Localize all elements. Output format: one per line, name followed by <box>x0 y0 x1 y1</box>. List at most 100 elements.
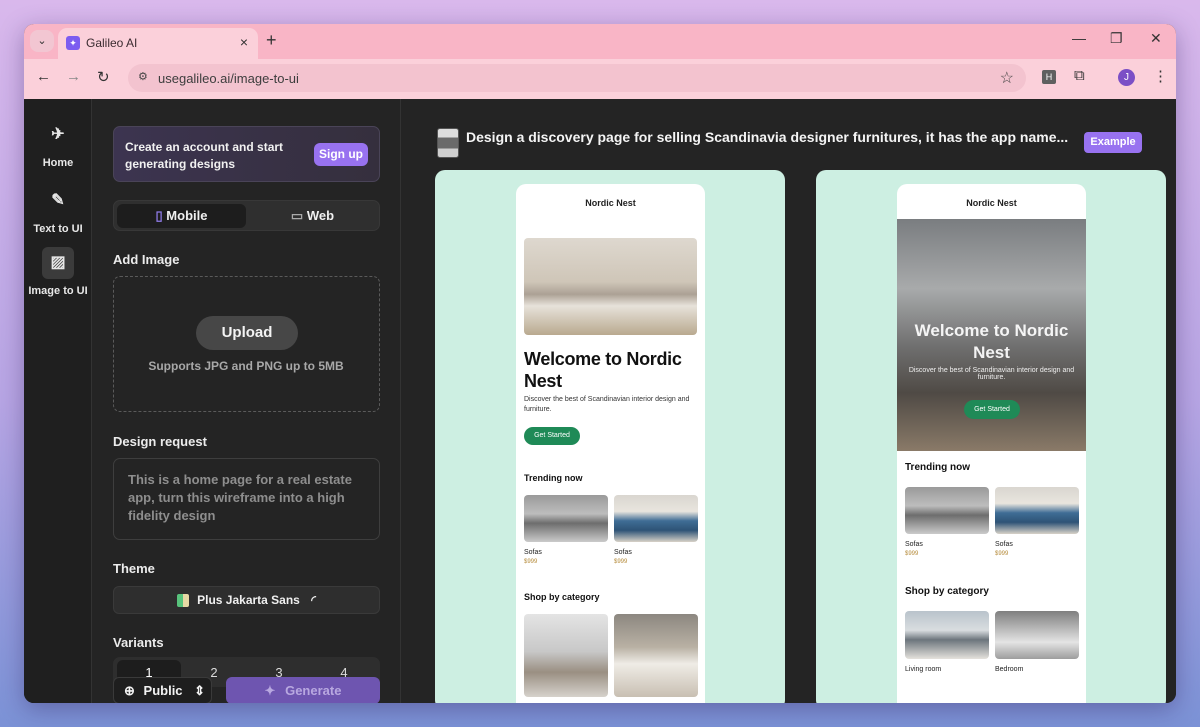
rail-item-text-to-ui[interactable]: ✎ Text to UI <box>24 185 92 235</box>
minimize-icon[interactable]: — <box>1072 30 1086 46</box>
galileo-favicon-icon: ✦ <box>66 36 80 50</box>
category-image <box>905 611 989 659</box>
hero-image <box>524 238 697 335</box>
rocket-icon: ✈ <box>51 126 65 143</box>
phone-preview-1: Nordic Nest Welcome to Nordic Nest Disco… <box>516 184 705 703</box>
image-icon: ▨ <box>42 247 74 279</box>
input-panel: Create an account and start generating d… <box>93 99 401 703</box>
product-image <box>905 487 989 534</box>
reload-icon[interactable]: ↻ <box>97 68 110 86</box>
product-price: $999 <box>905 551 919 557</box>
signup-button[interactable]: Sign up <box>314 143 368 166</box>
monitor-icon: ▭ <box>290 208 304 223</box>
product-name: Sofas <box>905 541 923 548</box>
image-dropzone[interactable]: Upload Supports JPG and PNG up to 5MB <box>113 276 380 412</box>
product-image <box>524 495 608 542</box>
web-toggle[interactable]: ▭ Web <box>248 204 377 228</box>
theme-swatch-icon <box>177 594 190 608</box>
theme-value: Plus Jakarta Sans <box>197 593 300 607</box>
forward-icon[interactable]: → <box>66 68 81 85</box>
profile-avatar[interactable]: J <box>1118 69 1135 86</box>
nav-rail: ✈ Home ✎ Text to UI ▨ Image to UI <box>24 99 92 703</box>
product-price: $999 <box>614 559 628 565</box>
rail-item-image-to-ui[interactable]: ▨ Image to UI <box>24 247 92 297</box>
hero-image: Welcome to Nordic Nest Discover the best… <box>897 219 1086 451</box>
get-started-button[interactable]: Get Started <box>524 427 580 445</box>
prompt-thumbnail <box>437 128 459 158</box>
design-request-input[interactable]: This is a home page for a real estate ap… <box>113 458 380 540</box>
brand-title: Nordic Nest <box>585 198 636 208</box>
rail-label-image-to-ui: Image to UI <box>28 285 88 297</box>
product-name: Sofas <box>614 549 632 556</box>
design-request-label: Design request <box>113 434 207 449</box>
design-card-2[interactable]: Nordic Nest Welcome to Nordic Nest Disco… <box>816 170 1166 703</box>
mobile-toggle[interactable]: ▯ Mobile <box>117 204 246 228</box>
prompt-text: Design a discovery page for selling Scan… <box>466 129 1069 145</box>
upload-button[interactable]: Upload <box>196 316 298 350</box>
signup-banner: Create an account and start generating d… <box>113 126 380 182</box>
theme-selector[interactable]: Plus Jakarta Sans ◜ <box>113 586 380 614</box>
mobile-label: Mobile <box>166 208 208 223</box>
browser-window: ⌄ ✦ Galileo AI × + — ❐ ✕ ← → ↻ ⚙ usegali… <box>24 24 1176 703</box>
restore-icon[interactable]: ❐ <box>1110 30 1123 47</box>
close-window-icon[interactable]: ✕ <box>1150 30 1162 47</box>
get-started-button[interactable]: Get Started <box>964 400 1020 419</box>
visibility-select[interactable]: ⊕ Public ⇕ <box>113 677 212 703</box>
variants-label: Variants <box>113 635 164 650</box>
close-tab-icon[interactable]: × <box>240 34 248 50</box>
design-card-1[interactable]: Nordic Nest Welcome to Nordic Nest Disco… <box>435 170 785 703</box>
rail-item-home[interactable]: ✈ Home <box>24 119 92 169</box>
browser-tab[interactable]: ✦ Galileo AI × <box>58 28 258 59</box>
edit-icon: ✎ <box>51 192 65 209</box>
generate-label: Generate <box>285 683 342 698</box>
category-image <box>995 611 1079 659</box>
browser-toolbar: ← → ↻ ⚙ usegalileo.ai/image-to-ui ☆ H ⧉ … <box>24 59 1176 99</box>
phone-icon: ▯ <box>155 208 163 223</box>
trending-title: Trending now <box>524 473 583 483</box>
tab-strip: ⌄ ✦ Galileo AI × + — ❐ ✕ <box>24 24 1176 59</box>
rail-label-text-to-ui: Text to UI <box>33 223 83 235</box>
new-tab-icon[interactable]: + <box>266 30 277 51</box>
brand-title: Nordic Nest <box>966 198 1017 208</box>
product-image <box>614 495 698 542</box>
site-info-icon[interactable]: ⚙ <box>138 70 148 83</box>
example-badge: Example <box>1084 132 1142 153</box>
extensions-puzzle-icon[interactable]: ⧉ <box>1074 67 1085 84</box>
address-bar[interactable]: ⚙ usegalileo.ai/image-to-ui ☆ <box>128 64 1026 92</box>
category-image <box>524 614 608 697</box>
tab-title: Galileo AI <box>86 36 138 50</box>
theme-label: Theme <box>113 561 155 576</box>
tab-search-icon[interactable]: ⌄ <box>30 30 54 52</box>
signup-text: Create an account and start generating d… <box>125 140 284 171</box>
app-content: ✈ Home ✎ Text to UI ▨ Image to UI Create… <box>24 99 1176 703</box>
url-text[interactable]: usegalileo.ai/image-to-ui <box>158 71 299 86</box>
bookmark-star-icon[interactable]: ☆ <box>1000 68 1014 88</box>
rail-label-home: Home <box>42 157 74 169</box>
back-icon[interactable]: ← <box>36 68 51 85</box>
sparkle-icon: ✦ <box>264 683 276 698</box>
add-image-label: Add Image <box>113 252 180 267</box>
hero-subtitle: Discover the best of Scandinavian interi… <box>908 367 1075 381</box>
phone-preview-2: Nordic Nest Welcome to Nordic Nest Disco… <box>897 184 1086 703</box>
product-name: Sofas <box>524 549 542 556</box>
category-image <box>614 614 698 697</box>
menu-kebab-icon[interactable]: ⋮ <box>1153 67 1168 85</box>
extension-h-icon[interactable]: H <box>1042 70 1056 84</box>
hero-headline: Welcome to Nordic Nest <box>524 349 682 391</box>
trending-title: Trending now <box>905 462 970 473</box>
hero-headline: Welcome to Nordic Nest <box>914 321 1069 362</box>
upload-hint: Supports JPG and PNG up to 5MB <box>148 359 344 373</box>
visibility-value: Public <box>143 683 183 698</box>
web-label: Web <box>306 208 335 223</box>
product-price: $999 <box>524 559 538 565</box>
hero-subtitle: Discover the best of Scandinavian interi… <box>524 396 690 413</box>
chevron-updown-icon: ⇕ <box>194 683 206 698</box>
product-name: Sofas <box>995 541 1013 548</box>
product-image <box>995 487 1079 534</box>
generate-button[interactable]: ✦ Generate <box>226 677 380 703</box>
category-title: Shop by category <box>524 592 600 602</box>
category-name: Living room <box>905 666 942 673</box>
product-price: $999 <box>995 551 1009 557</box>
results-area: Design a discovery page for selling Scan… <box>402 99 1176 703</box>
device-toggle: ▯ Mobile ▭ Web <box>113 200 380 231</box>
